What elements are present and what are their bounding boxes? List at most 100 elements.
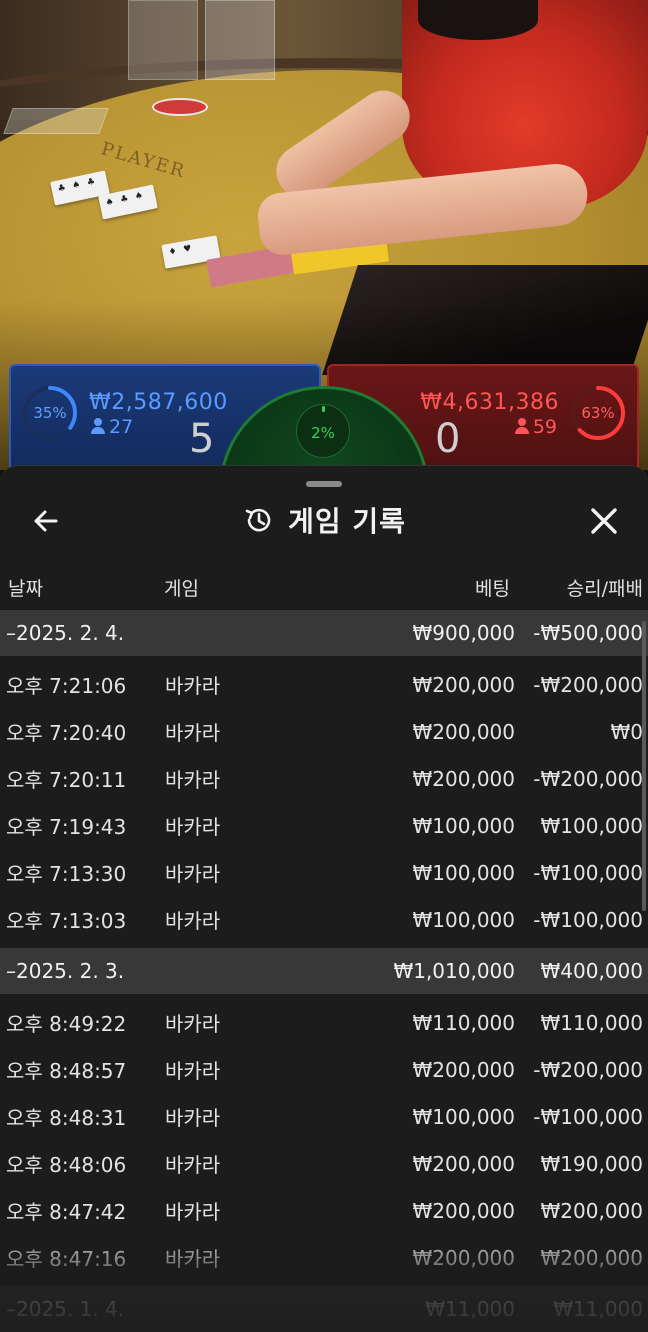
shoe-holder: [205, 0, 275, 80]
row-time: 오후 7:19:43: [6, 815, 127, 839]
row-time: 오후 8:47:16: [6, 1247, 127, 1271]
row-bet: ₩200,000: [412, 1198, 515, 1223]
group-bet-total: ₩1,010,000: [393, 959, 515, 983]
row-time: 오후 7:21:06: [6, 674, 127, 698]
row-result: ₩200,000: [540, 1198, 643, 1223]
group-result-total: ₩400,000: [540, 959, 643, 983]
history-row[interactable]: 오후 8:48:57 바카라 ₩200,000 -₩200,000: [0, 1046, 648, 1093]
history-list[interactable]: –2025. 2. 4. ₩900,000 -₩500,000 오후 7:21:…: [0, 610, 648, 1332]
group-date: –2025. 2. 3.: [6, 959, 125, 983]
row-result: -₩200,000: [533, 1057, 643, 1082]
row-bet: ₩100,000: [412, 1104, 515, 1129]
row-game: 바카라: [165, 1012, 221, 1036]
history-row[interactable]: 오후 8:49:22 바카라 ₩110,000 ₩110,000: [0, 999, 648, 1046]
row-game: 바카라: [165, 1247, 221, 1271]
row-time: 오후 8:49:22: [6, 1012, 127, 1036]
date-group-row[interactable]: –2025. 2. 4. ₩900,000 -₩500,000: [0, 610, 648, 656]
row-game: 바카라: [165, 1153, 221, 1177]
row-result: ₩200,000: [540, 1245, 643, 1270]
history-row[interactable]: 오후 7:20:11 바카라 ₩200,000 -₩200,000: [0, 755, 648, 802]
player-percent-ring: 35%: [21, 384, 79, 442]
column-header-date[interactable]: 날짜: [8, 574, 43, 601]
row-time: 오후 7:20:40: [6, 721, 127, 745]
sheet-title: 게임 기록: [288, 505, 406, 538]
banker-bettors: 59: [514, 416, 557, 438]
column-header-bet[interactable]: 베팅: [475, 574, 510, 601]
date-group-row[interactable]: –2025. 1. 4. ₩11,000 ₩11,000: [0, 1286, 648, 1332]
row-bet: ₩200,000: [412, 1151, 515, 1176]
group-result-total: -₩500,000: [533, 621, 643, 645]
banker-total-amount: ₩4,631,386: [420, 390, 559, 415]
red-chip: [152, 98, 208, 116]
history-row[interactable]: 오후 7:21:06 바카라 ₩200,000 -₩200,000: [0, 661, 648, 708]
row-result: -₩200,000: [533, 672, 643, 697]
history-icon: [242, 504, 274, 536]
player-score: 5: [189, 416, 215, 462]
row-time: 오후 7:13:03: [6, 909, 127, 933]
group-date: –2025. 1. 4.: [6, 1297, 125, 1321]
row-time: 오후 8:47:42: [6, 1200, 127, 1224]
history-row[interactable]: 오후 7:13:30 바카라 ₩100,000 -₩100,000: [0, 849, 648, 896]
history-row[interactable]: 오후 7:19:43 바카라 ₩100,000 ₩100,000: [0, 802, 648, 849]
person-icon: [91, 418, 105, 434]
row-time: 오후 8:48:31: [6, 1106, 127, 1130]
row-time: 오후 8:48:06: [6, 1153, 127, 1177]
row-bet: ₩100,000: [412, 860, 515, 885]
row-result: -₩100,000: [533, 1104, 643, 1129]
row-result: -₩200,000: [533, 766, 643, 791]
row-game: 바카라: [165, 862, 221, 886]
row-game: 바카라: [165, 1059, 221, 1083]
row-bet: ₩110,000: [412, 1010, 515, 1035]
row-game: 바카라: [165, 768, 221, 792]
row-result: -₩100,000: [533, 860, 643, 885]
row-result: ₩0: [610, 719, 644, 744]
close-button[interactable]: [582, 499, 626, 543]
banker-percent: 63%: [581, 404, 615, 422]
row-result: -₩100,000: [533, 907, 643, 932]
discard-holder: [128, 0, 198, 80]
row-game: 바카라: [165, 1200, 221, 1224]
column-header-game[interactable]: 게임: [164, 574, 199, 601]
group-bet-total: ₩11,000: [425, 1297, 515, 1321]
date-group-row[interactable]: –2025. 2. 3. ₩1,010,000 ₩400,000: [0, 948, 648, 994]
row-bet: ₩200,000: [412, 1245, 515, 1270]
row-bet: ₩200,000: [412, 672, 515, 697]
player-total-amount: ₩2,587,600: [89, 390, 228, 415]
sheet-header: 게임 기록: [0, 500, 648, 540]
row-time: 오후 8:48:57: [6, 1059, 127, 1083]
sheet-drag-handle[interactable]: [306, 481, 342, 487]
group-bet-total: ₩900,000: [412, 621, 515, 645]
row-bet: ₩100,000: [412, 813, 515, 838]
group-date: –2025. 2. 4.: [6, 621, 125, 645]
row-bet: ₩200,000: [412, 719, 515, 744]
banker-bettor-count: 59: [532, 416, 557, 438]
close-icon: [591, 508, 617, 534]
row-bet: ₩200,000: [412, 1057, 515, 1082]
game-history-sheet: 게임 기록 날짜 게임 베팅 승리/패배 –2025. 2. 4. ₩900,0…: [0, 465, 648, 1332]
row-time: 오후 7:20:11: [6, 768, 127, 792]
history-row[interactable]: 오후 8:47:42 바카라 ₩200,000 ₩200,000: [0, 1187, 648, 1234]
row-result: ₩190,000: [540, 1151, 643, 1176]
history-row[interactable]: 오후 7:13:03 바카라 ₩100,000 -₩100,000: [0, 896, 648, 943]
group-result-total: ₩11,000: [553, 1297, 643, 1321]
column-header-result[interactable]: 승리/패배: [567, 574, 643, 601]
row-game: 바카라: [165, 815, 221, 839]
row-game: 바카라: [165, 1106, 221, 1130]
row-result: ₩100,000: [540, 813, 643, 838]
history-row[interactable]: 오후 8:48:06 바카라 ₩200,000 ₩190,000: [0, 1140, 648, 1187]
history-row[interactable]: 오후 8:47:16 바카라 ₩200,000 ₩200,000: [0, 1234, 648, 1281]
dealer-hair: [418, 0, 538, 40]
row-bet: ₩200,000: [412, 766, 515, 791]
history-row[interactable]: 오후 7:20:40 바카라 ₩200,000 ₩0: [0, 708, 648, 755]
banker-percent-ring: 63%: [569, 384, 627, 442]
scrollbar[interactable]: [642, 621, 646, 911]
row-bet: ₩100,000: [412, 907, 515, 932]
player-percent: 35%: [33, 404, 67, 422]
person-icon: [514, 418, 529, 434]
history-row[interactable]: 오후 8:48:31 바카라 ₩100,000 -₩100,000: [0, 1093, 648, 1140]
tie-percent: 2%: [311, 424, 335, 442]
row-time: 오후 7:13:30: [6, 862, 127, 886]
banker-score: 0: [435, 416, 461, 462]
row-game: 바카라: [165, 909, 221, 933]
row-game: 바카라: [165, 721, 221, 745]
